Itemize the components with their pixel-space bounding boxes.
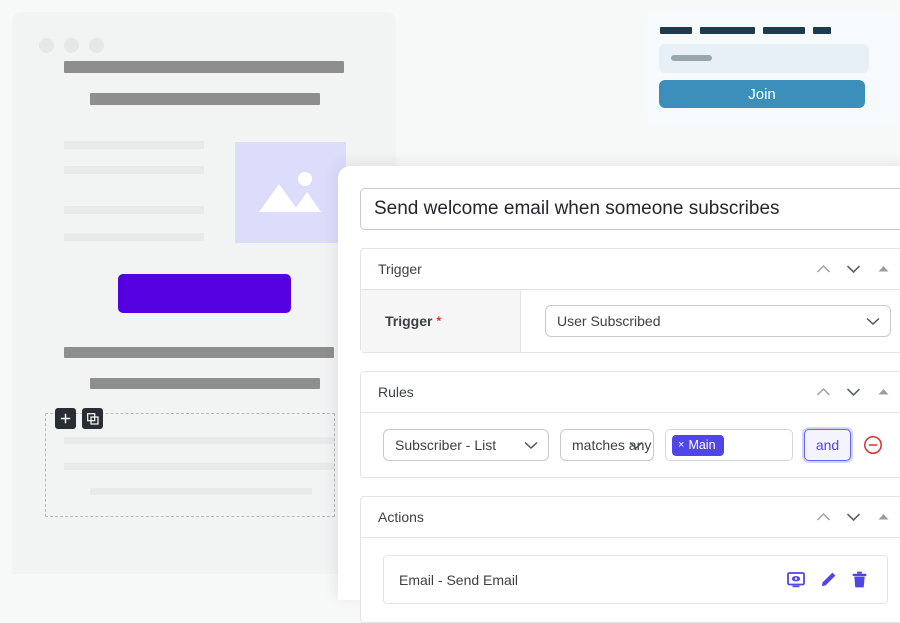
actions-section-controls	[815, 509, 891, 525]
mockup-text-line-1	[64, 141, 204, 149]
window-dot-close	[39, 38, 54, 53]
action-item-controls	[787, 571, 867, 588]
rule-field-select[interactable]: Subscriber - List	[383, 429, 549, 461]
chevron-down-icon	[866, 313, 880, 329]
rules-section-controls	[815, 384, 891, 400]
actions-list: Email - Send Email	[361, 538, 900, 622]
action-label: Email - Send Email	[399, 571, 519, 588]
mockup-inner-line-2	[64, 463, 334, 470]
mockup-heading-bar-1	[64, 61, 344, 73]
rule-row: Subscriber - List matches any × Main and	[361, 413, 900, 477]
required-marker: *	[436, 314, 442, 328]
tag-label: Main	[688, 437, 716, 452]
rule-operator-value: matches any	[572, 437, 652, 453]
action-list-item[interactable]: Email - Send Email	[383, 555, 888, 604]
move-down-icon[interactable]	[845, 509, 861, 525]
headline-bar-2	[700, 27, 755, 34]
rules-section: Rules Subscriber - List matches any × Ma…	[360, 371, 900, 478]
mockup-text-line-3	[64, 206, 204, 214]
headline-bar-3	[763, 27, 805, 34]
join-button[interactable]: Join	[659, 80, 865, 108]
delete-icon[interactable]	[852, 571, 867, 588]
window-dot-minimize	[64, 38, 79, 53]
mockup-text-line-4	[64, 233, 204, 241]
mockup-subheading-bar-1	[64, 347, 334, 358]
move-down-icon[interactable]	[845, 261, 861, 277]
tag-main[interactable]: × Main	[672, 434, 724, 456]
duplicate-icon	[86, 412, 99, 425]
move-down-icon[interactable]	[845, 384, 861, 400]
trigger-field-label: Trigger *	[361, 290, 521, 352]
rule-operator-select[interactable]: matches any	[560, 429, 654, 461]
signup-input-placeholder-bar	[671, 55, 712, 61]
picture-icon	[259, 172, 321, 212]
actions-section-header[interactable]: Actions	[361, 497, 900, 538]
mockup-cta-button[interactable]	[118, 274, 291, 313]
trigger-field-row: Trigger * User Subscribed	[361, 290, 900, 352]
rules-section-header[interactable]: Rules	[361, 372, 900, 413]
mockup-inner-line-3	[90, 488, 312, 495]
mockup-text-line-2	[64, 166, 204, 174]
headline-bar-1	[660, 27, 692, 34]
signup-headline-placeholder	[660, 27, 831, 34]
plus-icon	[60, 413, 71, 424]
trigger-select-value: User Subscribed	[557, 313, 661, 329]
collapse-section-icon[interactable]	[875, 384, 891, 400]
trigger-section: Trigger Trigger * User Subscribed	[360, 248, 900, 353]
rule-field-value: Subscriber - List	[395, 437, 497, 453]
mockup-heading-bar-2	[90, 93, 320, 105]
headline-bar-4	[813, 27, 831, 34]
collapse-section-icon[interactable]	[875, 261, 891, 277]
chevron-down-icon	[524, 437, 538, 453]
rule-value-tag-input[interactable]: × Main	[665, 429, 793, 461]
move-up-icon[interactable]	[815, 261, 831, 277]
window-dot-maximize	[89, 38, 104, 53]
trigger-label-text: Trigger	[385, 313, 433, 329]
block-toolbar	[55, 408, 103, 429]
remove-circle-icon	[864, 436, 882, 454]
conjunction-and-button[interactable]: and	[804, 429, 851, 461]
remove-tag-icon[interactable]: ×	[678, 439, 684, 451]
actions-section-title: Actions	[378, 509, 424, 525]
duplicate-block-button[interactable]	[82, 408, 103, 429]
image-placeholder	[235, 142, 346, 243]
move-up-icon[interactable]	[815, 384, 831, 400]
trigger-section-header[interactable]: Trigger	[361, 249, 900, 290]
window-controls	[39, 38, 104, 53]
trigger-field-control: User Subscribed	[521, 290, 900, 352]
trigger-section-controls	[815, 261, 891, 277]
trigger-select[interactable]: User Subscribed	[545, 305, 891, 337]
preview-icon[interactable]	[787, 571, 805, 588]
mockup-subheading-bar-2	[90, 378, 320, 389]
collapse-section-icon[interactable]	[875, 509, 891, 525]
move-up-icon[interactable]	[815, 509, 831, 525]
workflow-title-input[interactable]	[360, 188, 900, 230]
actions-section: Actions Email - Send Email	[360, 496, 900, 623]
edit-icon[interactable]	[820, 571, 837, 588]
mockup-inner-line-1	[64, 437, 334, 444]
automation-editor-panel: Trigger Trigger * User Subscribed	[338, 166, 900, 623]
rules-section-title: Rules	[378, 384, 414, 400]
trigger-section-title: Trigger	[378, 261, 422, 277]
add-block-button[interactable]	[55, 408, 76, 429]
remove-rule-button[interactable]	[862, 434, 884, 456]
